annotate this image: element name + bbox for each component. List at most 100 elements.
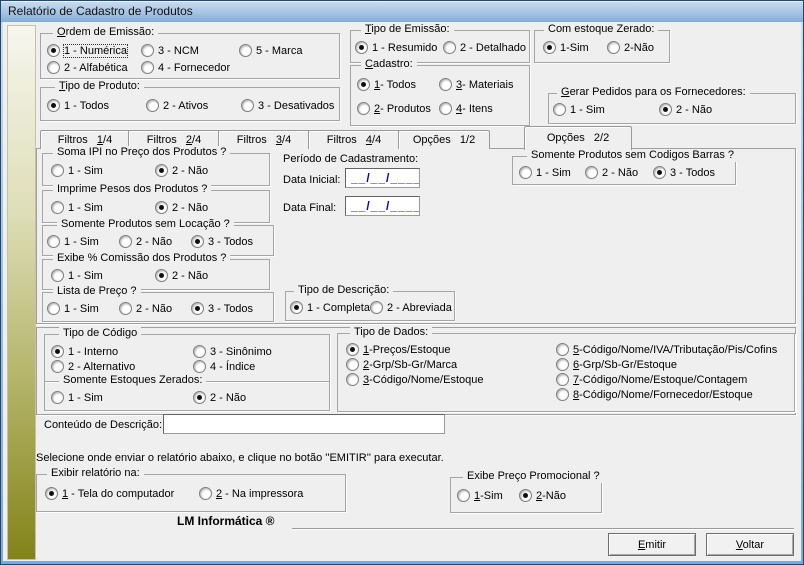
radio-imprime-pesos-nao[interactable]: 2 - Não (155, 201, 208, 214)
radio-codigo-interno[interactable]: 1 - Interno (51, 345, 193, 358)
radio-codigo-sinonimo[interactable]: 3 - Sinônimo (193, 345, 272, 358)
radio-produto-todos[interactable]: 1 - Todos (47, 99, 146, 112)
radio-estoque-zerado-sim[interactable]: 1-Sim (543, 41, 607, 54)
radio-label: 1 - Sim (68, 202, 103, 214)
radio-dados-iva-tributacao[interactable]: 5-Código/Nome/IVA/Tributação/Pis/Cofins (556, 343, 777, 356)
radio-soma-ipi-nao[interactable]: 2 - Não (155, 164, 208, 177)
radio-sem-locacao-nao[interactable]: 2 - Não (119, 235, 191, 248)
radio-lista-preco-todos[interactable]: 3 - Todos (191, 302, 253, 315)
data-final-label: Data Final: (283, 202, 336, 214)
radio-label: 2-Grp/Sb-Gr/Marca (363, 359, 457, 371)
radio-dados-grp-sbgr-marca[interactable]: 2-Grp/Sb-Gr/Marca (346, 358, 457, 371)
tab-opcoes-1[interactable]: Opções 1/2 (398, 130, 490, 149)
radio-label: 2 - Alternativo (68, 361, 135, 373)
radio-emissao-resumido[interactable]: 1 - Resumido (355, 41, 443, 54)
radio-estoque-zerado-nao[interactable]: 2-Não (607, 41, 654, 54)
radio-label: 8-Código/Nome/Fornecedor/Estoque (573, 389, 753, 401)
voltar-button[interactable]: Voltar (706, 533, 794, 556)
radio-gerar-pedidos-nao[interactable]: 2 - Não (659, 103, 712, 116)
radio-promocional-sim[interactable]: 1-Sim (457, 489, 519, 502)
radio-row: 2- Produtos 4- Itens (357, 102, 493, 115)
radio-estoques-zerados-nao[interactable]: 2 - Não (193, 391, 246, 404)
radio-row: 1 - Sim 2 - Não 3 - Todos (519, 166, 715, 179)
radio-soma-ipi-sim[interactable]: 1 - Sim (51, 164, 155, 177)
radio-cadastro-produtos[interactable]: 2- Produtos (357, 102, 439, 115)
tab-filtros-4[interactable]: Filtros 4/4 (308, 130, 400, 149)
radio-dados-fornecedor-estoque[interactable]: 8-Código/Nome/Fornecedor/Estoque (556, 388, 753, 401)
emitir-button[interactable]: Emitir (608, 533, 696, 556)
radio-ordem-alfabetica[interactable]: 2 - Alfabética (47, 61, 141, 74)
radio-row: 1 - Sim 2 - Não 3 - Todos (47, 235, 253, 248)
radio-ordem-ncm[interactable]: 3 - NCM (141, 44, 239, 57)
radio-cadastro-todos[interactable]: 1- Todos (357, 78, 439, 91)
radio-descricao-completa[interactable]: 1 - Completa (290, 301, 370, 314)
radio-label: 2-Não (624, 42, 654, 54)
radio-label: 1 - Sim (64, 303, 99, 315)
radio-cod-barras-todos[interactable]: 3 - Todos (653, 166, 715, 179)
radio-exibe-comissao-nao[interactable]: 2 - Não (155, 269, 208, 282)
radio-cod-barras-sim[interactable]: 1 - Sim (519, 166, 585, 179)
radio-gerar-pedidos-sim[interactable]: 1 - Sim (553, 103, 659, 116)
radio-label: 4 - Fornecedor (158, 62, 230, 74)
tab-filtros-3[interactable]: Filtros 3/4 (218, 130, 310, 149)
radio-label: 1 - Sim (68, 270, 103, 282)
radio-produto-ativos[interactable]: 2 - Ativos (146, 99, 241, 112)
title-bar[interactable]: Relatório de Cadastro de Produtos (1, 1, 803, 22)
radio-icon (659, 103, 672, 116)
radio-lista-preco-sim[interactable]: 1 - Sim (47, 302, 119, 315)
radio-imprime-pesos-sim[interactable]: 1 - Sim (51, 201, 155, 214)
radio-dados-grp-sbgr-estoque[interactable]: 6-Grp/Sb-Gr/Estoque (556, 358, 677, 371)
radio-label: 7-Código/Nome/Estoque/Contagem (573, 374, 747, 386)
radio-icon (370, 301, 383, 314)
radio-descricao-abreviada[interactable]: 2 - Abreviada (370, 301, 452, 314)
radio-exibir-tela[interactable]: 1 - Tela do computador (45, 487, 199, 500)
radio-dados-precos-estoque[interactable]: 1-Preços/Estoque (346, 343, 450, 356)
data-inicial-input[interactable] (345, 168, 420, 188)
radio-lista-preco-nao[interactable]: 2 - Não (119, 302, 191, 315)
radio-dados-estoque-contagem[interactable]: 7-Código/Nome/Estoque/Contagem (556, 373, 747, 386)
radio-icon (47, 44, 60, 57)
radio-produto-desativados[interactable]: 3 - Desativados (241, 99, 334, 112)
radio-codigo-alternativo[interactable]: 2 - Alternativo (51, 360, 193, 373)
radio-cod-barras-nao[interactable]: 2 - Não (585, 166, 653, 179)
radio-icon (439, 102, 452, 115)
radio-sem-locacao-sim[interactable]: 1 - Sim (47, 235, 119, 248)
group-tipo-dados: Tipo de Dados: 1-Preços/Estoque 2-Grp/Sb… (337, 333, 795, 412)
radio-exibe-comissao-sim[interactable]: 1 - Sim (51, 269, 155, 282)
radio-sem-locacao-todos[interactable]: 3 - Todos (191, 235, 253, 248)
radio-icon (357, 102, 370, 115)
tab-opcoes-2-selected[interactable]: Opções 2/2 (524, 126, 632, 150)
radio-label: 2 - Não (136, 236, 172, 248)
radio-ordem-numerica[interactable]: 1 - Numérica (47, 44, 141, 57)
radio-codigo-indice[interactable]: 4 - Índice (193, 360, 255, 373)
radio-icon (193, 345, 206, 358)
radio-cadastro-itens[interactable]: 4- Itens (439, 102, 493, 115)
radio-icon (141, 61, 154, 74)
data-final-input[interactable] (345, 196, 420, 216)
radio-icon (556, 343, 569, 356)
radio-icon (51, 269, 64, 282)
radio-icon (556, 388, 569, 401)
radio-emissao-detalhado[interactable]: 2 - Detalhado (443, 41, 526, 54)
conteudo-descricao-input[interactable] (163, 414, 445, 434)
radio-promocional-nao[interactable]: 2-Não (519, 489, 566, 502)
group-caption: Somente Estoques Zerados: (59, 374, 206, 387)
radio-icon (191, 235, 204, 248)
radio-icon (543, 41, 556, 54)
radio-icon (556, 373, 569, 386)
radio-label: 2 - Não (676, 104, 712, 116)
radio-dados-codigo-nome-estoque[interactable]: 3-Código/Nome/Estoque (346, 373, 483, 386)
radio-label: 1 - Sim (64, 236, 99, 248)
group-caption: Tipo de Dados: (350, 326, 432, 339)
radio-row: 2 - Alternativo 4 - Índice (51, 360, 255, 373)
radio-icon (346, 373, 359, 386)
radio-ordem-marca[interactable]: 5 - Marca (239, 44, 302, 57)
group-exibe-promocional: Exibe Preço Promocional ? 1-Sim 2-Não (450, 477, 602, 513)
radio-row: 1 - Sim 2 - Não (51, 391, 246, 404)
radio-estoques-zerados-sim[interactable]: 1 - Sim (51, 391, 193, 404)
radio-cadastro-materiais[interactable]: 3- Materiais (439, 78, 513, 91)
radio-exibir-impressora[interactable]: 2 - Na impressora (199, 487, 303, 500)
radio-label: 1-Sim (560, 42, 589, 54)
radio-ordem-fornecedor[interactable]: 4 - Fornecedor (141, 61, 230, 74)
radio-label: 1 - Tela do computador (62, 488, 174, 500)
